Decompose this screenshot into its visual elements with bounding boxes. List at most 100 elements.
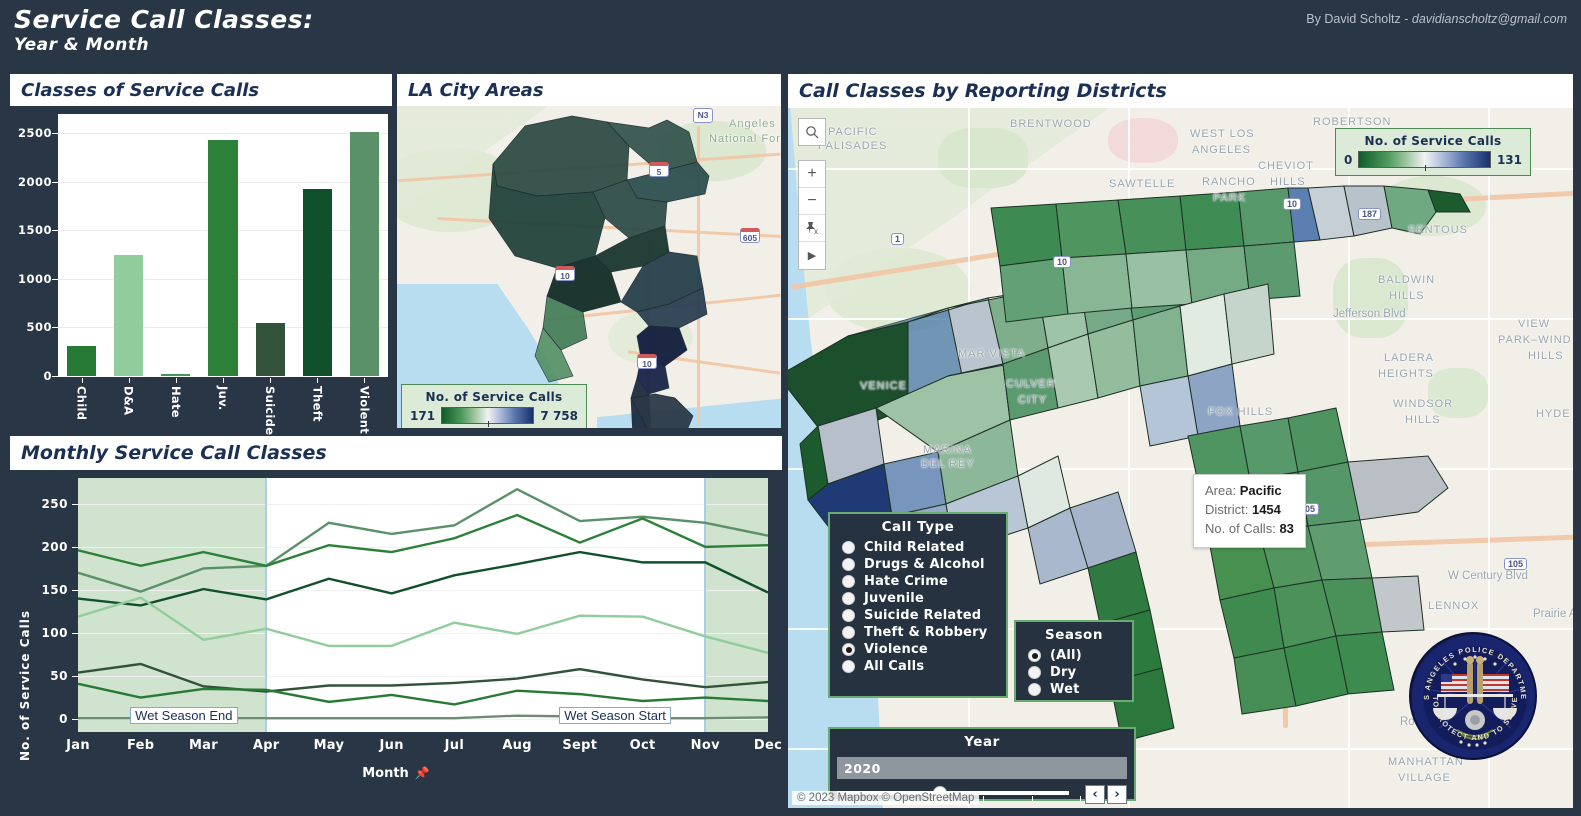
line-chart-y-tick-label: 50 [50,669,68,684]
radio-button[interactable] [842,609,855,622]
bar-chart-x-label-slot: D&A [105,378,152,426]
call-type-option[interactable]: Child Related [830,539,1006,556]
line-chart-y-tick-mark [72,632,78,634]
radio-button[interactable] [842,558,855,571]
tooltip-calls-row: No. of Calls: 83 [1205,520,1294,539]
bar[interactable] [208,140,238,376]
call-type-option[interactable]: Drugs & Alcohol [830,556,1006,573]
city-map-shield-i5: 5 [649,162,669,177]
bar-chart-plot-area [58,114,388,376]
radio-label: Juvenile [864,591,924,606]
bar[interactable] [302,189,332,376]
line-chart-plot-area [78,478,768,732]
year-slider-tick-5 [1080,796,1081,801]
city-map-shield-i10-b: 10 [637,354,657,369]
radio-button[interactable] [842,626,855,639]
radio-label: Theft & Robbery [864,625,988,640]
bar-chart-y-tick-mark [52,230,58,232]
season-option[interactable]: (All) [1016,647,1132,664]
map-zoom-in-button[interactable]: + [799,161,825,188]
line-chart-x-tick-label: Dec [753,738,783,753]
line-chart-x-tick-label: Sept [562,738,598,753]
call-type-option[interactable]: Theft & Robbery [830,624,1006,641]
city-areas-map[interactable]: N3 10 10 605 5 Angeles National Forest N… [397,106,781,428]
year-next-button[interactable]: › [1107,785,1127,804]
bar-chart-x-axis-line [58,376,388,377]
radio-button[interactable] [1028,649,1041,662]
line-chart-y-tick-mark [72,503,78,505]
call-type-option[interactable]: Hate Crime [830,573,1006,590]
call-type-option[interactable]: Violence [830,641,1006,658]
bar[interactable] [349,131,380,376]
bar-chart-x-tick [364,378,366,383]
lapd-badge-icon: LOS ANGELES POLICE DEPARTMENT TO PROTECT… [1411,634,1535,758]
panel-monthly-service-call-classes: Monthly Service Call Classes No. of Serv… [10,436,782,808]
city-map-areas[interactable] [397,106,781,428]
line-series[interactable] [78,662,768,693]
bar-chart-x-tick-label: Child [74,386,89,421]
map-clear-pin-button[interactable]: x [799,215,825,242]
bar-chart-x-tick [222,378,224,383]
year-slider-tick-3 [983,796,984,801]
author-byline: By David Scholtz - davidianscholtz@gmail… [1306,12,1567,26]
author-name: By David Scholtz - [1306,12,1412,26]
map-expand-button[interactable]: ▶ [799,242,825,269]
radio-button[interactable] [842,643,855,656]
city-legend-max: 7 758 [540,408,578,423]
line-chart-y-tick-mark [72,589,78,591]
bar-chart-y-tick-label: 500 [26,320,52,335]
season-annotation: Wet Season End [130,707,238,725]
call-type-option[interactable]: All Calls [830,658,1006,675]
panel-classes-of-service-calls: Classes of Service Calls 0 500 1000 1500 200… [10,74,392,435]
line-series[interactable] [78,550,768,607]
tooltip-district-row: District: 1454 [1205,501,1294,520]
call-type-option[interactable]: Suicide Related [830,607,1006,624]
map-attribution: © 2023 Mapbox © OpenStreetMap [792,791,980,805]
bar-chart-x-label-slot: Theft [294,378,341,426]
radio-label: Wet [1050,682,1080,697]
line-chart-x-tick-label: Aug [502,738,532,753]
radio-button[interactable] [1028,683,1041,696]
line-series[interactable] [78,487,768,593]
radio-button[interactable] [842,660,855,673]
year-filter[interactable]: Year 2020 ‹ › [828,727,1136,804]
line-series[interactable] [78,596,768,654]
season-option[interactable]: Dry [1016,664,1132,681]
bar-chart-bars [58,114,388,376]
line-chart-y-tick-label: 150 [41,582,68,597]
line-chart-y-tick-label: 0 [59,712,68,727]
city-legend-title: No. of Service Calls [425,390,563,404]
tooltip-area-value: Pacific [1239,483,1282,498]
line-chart-x-tick-label: Jul [444,738,465,753]
bar-chart-x-label-slot: Child [58,378,105,426]
call-type-options[interactable]: Child Related Drugs & Alcohol Hate Crime Ju… [830,539,1006,675]
line-series[interactable] [78,513,768,568]
panel-title-lines: Monthly Service Call Classes [10,436,782,470]
radio-button[interactable] [1028,666,1041,679]
season-filter[interactable]: Season (All) Dry Wet [1014,620,1134,702]
line-chart-x-tick-label: Feb [127,738,155,753]
bar-chart-x-tick-label: Hate [168,386,183,418]
bar[interactable] [114,255,144,376]
bar[interactable] [66,346,97,376]
map-zoom-out-button[interactable]: − [799,188,825,215]
call-type-option[interactable]: Juvenile [830,590,1006,607]
call-type-filter[interactable]: Call Type Child Related Drugs & Alcohol Ha… [828,512,1008,698]
map-search-control[interactable] [798,118,826,146]
bar-chart-x-tick [128,378,130,383]
radio-label: (All) [1050,648,1082,663]
season-option[interactable]: Wet [1016,681,1132,698]
bar[interactable] [255,323,285,376]
radio-button[interactable] [842,541,855,554]
radio-button[interactable] [842,575,855,588]
bar-chart-body: 0 500 1000 1500 2000 2500 Child D&A Hate Juv. Sui… [10,106,392,435]
map-zoom-controls[interactable]: + − x ▶ [798,160,826,270]
bar-chart-x-label-slot: Juv. [199,378,246,426]
year-prev-button[interactable]: ‹ [1085,785,1105,804]
season-options[interactable]: (All) Dry Wet [1016,647,1132,698]
districts-legend-max: 131 [1496,152,1522,167]
line-series[interactable] [78,682,768,706]
radio-button[interactable] [842,592,855,605]
districts-map[interactable]: BRENTWOOD PACIFIC PALISADES WEST LOS ANGELES… [788,108,1573,808]
line-chart-x-tick-label: Oct [629,738,656,753]
